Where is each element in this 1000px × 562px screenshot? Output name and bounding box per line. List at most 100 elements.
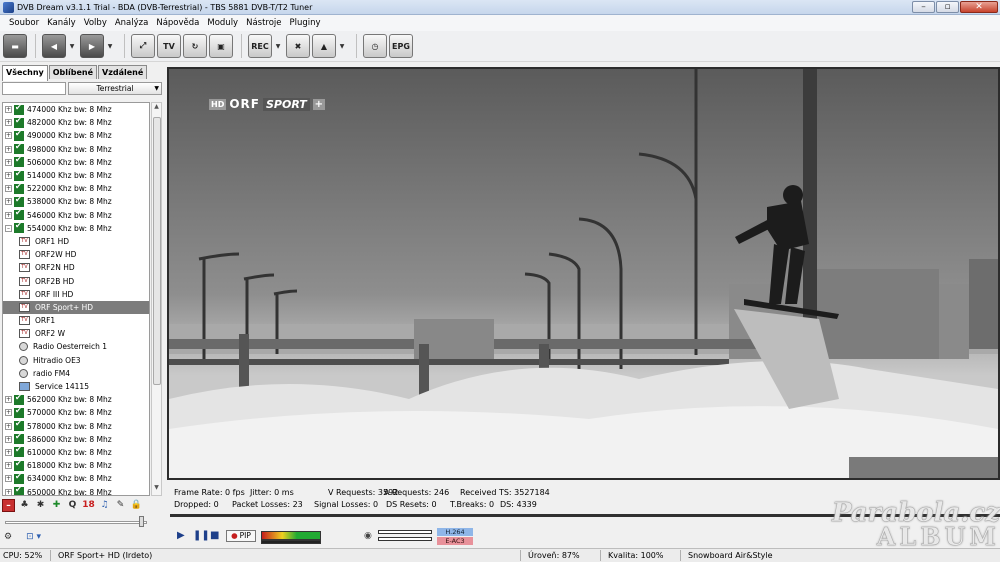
checkbox-checked-icon[interactable]: [14, 406, 24, 418]
pip-button[interactable]: PIP: [226, 530, 256, 542]
scroll-thumb[interactable]: [153, 117, 161, 385]
expand-icon[interactable]: +: [5, 145, 12, 153]
tree-transponder-row[interactable]: +618000 Khz bw: 8 Mhz: [3, 459, 149, 472]
expand-icon[interactable]: +: [5, 488, 12, 495]
tree-channel-row[interactable]: TV ORF1: [3, 314, 149, 327]
tree-channel-row[interactable]: Service 14115: [3, 380, 149, 393]
tree-transponder-row[interactable]: +506000 Khz bw: 8 Mhz: [3, 155, 149, 169]
checkbox-checked-icon[interactable]: [14, 169, 24, 181]
minimize-button[interactable]: –: [912, 1, 935, 13]
checkbox-checked-icon[interactable]: [14, 472, 24, 484]
expand-icon[interactable]: +: [5, 158, 12, 166]
checkbox-checked-icon[interactable]: [14, 142, 24, 155]
expand-icon[interactable]: +: [5, 198, 12, 206]
checkbox-checked-icon[interactable]: [14, 485, 24, 495]
prev-channel-icon[interactable]: ◀: [42, 34, 66, 58]
prev-channel-dropdown-icon[interactable]: ▼: [68, 34, 76, 58]
lock-icon[interactable]: 🔒: [130, 499, 143, 512]
video-area[interactable]: HD ORF SPORT +: [167, 67, 1000, 480]
tree-channel-row[interactable]: TV ORF III HD: [3, 288, 149, 301]
search-icon[interactable]: Q: [66, 499, 79, 512]
menu-kanaly[interactable]: Kanály: [43, 18, 80, 28]
checkbox-checked-icon[interactable]: [14, 116, 24, 128]
tools-icon[interactable]: ✖: [286, 34, 310, 58]
cone-dropdown-icon[interactable]: ▼: [338, 34, 346, 58]
timeshift-seek-bar[interactable]: [170, 514, 1000, 517]
clock-icon[interactable]: ◷: [363, 34, 387, 58]
maximize-button[interactable]: ▫: [936, 1, 959, 13]
music-icon[interactable]: ♫: [98, 499, 111, 512]
menu-napoveda[interactable]: Nápověda: [152, 18, 203, 28]
record-dropdown-icon[interactable]: ▼: [274, 34, 282, 58]
tree-transponder-row[interactable]: +570000 Khz bw: 8 Mhz: [3, 406, 149, 419]
tree-channel-row[interactable]: TV ORF2B HD: [3, 274, 149, 287]
tree-channel-row[interactable]: TV ORF Sport+ HD: [3, 300, 149, 314]
expand-icon[interactable]: +: [5, 448, 12, 456]
checkbox-checked-icon[interactable]: [14, 432, 24, 445]
play-icon[interactable]: ▶: [177, 530, 185, 541]
scan-icon[interactable]: ✱: [34, 499, 47, 512]
checkbox-checked-icon[interactable]: [14, 155, 24, 168]
checkbox-checked-icon[interactable]: [14, 419, 24, 432]
tree-transponder-row[interactable]: +650000 Khz bw: 8 Mhz: [3, 485, 149, 495]
tree-transponder-row[interactable]: +634000 Khz bw: 8 Mhz: [3, 472, 149, 485]
checkbox-checked-icon[interactable]: [14, 103, 24, 115]
speaker-icon[interactable]: ◉: [364, 531, 372, 541]
edit-icon[interactable]: ✎: [114, 499, 127, 512]
tree-transponder-row[interactable]: +498000 Khz bw: 8 Mhz: [3, 142, 149, 156]
tree-transponder-row[interactable]: +490000 Khz bw: 8 Mhz: [3, 129, 149, 142]
tree-transponder-row[interactable]: +522000 Khz bw: 8 Mhz: [3, 182, 149, 195]
tree-transponder-row[interactable]: +586000 Khz bw: 8 Mhz: [3, 432, 149, 446]
checkbox-checked-icon[interactable]: [14, 393, 24, 405]
expand-icon[interactable]: +: [5, 409, 12, 417]
tree-transponder-row[interactable]: +546000 Khz bw: 8 Mhz: [3, 208, 149, 222]
tree-transponder-row[interactable]: +578000 Khz bw: 8 Mhz: [3, 419, 149, 433]
checkbox-checked-icon[interactable]: [14, 195, 24, 207]
pause-icon[interactable]: ❚❚: [193, 530, 210, 541]
snapshot-icon[interactable]: ▣: [209, 34, 233, 58]
expand-icon[interactable]: +: [5, 462, 12, 470]
stop-icon[interactable]: ■: [210, 530, 219, 541]
tv-mode-button[interactable]: TV: [157, 34, 181, 58]
refresh-icon[interactable]: ↻: [183, 34, 207, 58]
collapse-icon[interactable]: –: [5, 224, 12, 232]
add-icon[interactable]: ✚: [50, 499, 63, 512]
tree-transponder-row[interactable]: +482000 Khz bw: 8 Mhz: [3, 116, 149, 129]
tree-transponder-row[interactable]: +474000 Khz bw: 8 Mhz: [3, 103, 149, 116]
tree-channel-row[interactable]: radio FM4: [3, 367, 149, 380]
volume-slider-thumb[interactable]: [139, 516, 144, 527]
menu-volby[interactable]: Volby: [80, 18, 111, 28]
checkbox-checked-icon[interactable]: [14, 221, 24, 234]
menu-analyza[interactable]: Analýza: [111, 18, 152, 28]
expand-icon[interactable]: +: [5, 119, 12, 127]
channel-filter-input[interactable]: [2, 82, 66, 95]
tab-vsechny[interactable]: Všechny: [2, 65, 48, 81]
tree-channel-row[interactable]: TV ORF2N HD: [3, 261, 149, 274]
source-select[interactable]: Terrestrial ▼: [68, 82, 162, 95]
expand-icon[interactable]: +: [5, 422, 12, 430]
expand-icon[interactable]: +: [5, 475, 12, 483]
expand-icon[interactable]: +: [5, 435, 12, 443]
epg-button[interactable]: EPG: [389, 34, 413, 58]
channel-tree-scrollbar[interactable]: ▲ ▼: [151, 102, 162, 496]
expand-icon[interactable]: +: [5, 106, 12, 114]
stop-stream-icon[interactable]: ▬: [3, 34, 27, 58]
checkbox-checked-icon[interactable]: [14, 459, 24, 471]
menu-nastroje[interactable]: Nástroje: [242, 18, 285, 28]
expand-icon[interactable]: +: [5, 172, 12, 180]
tab-vzdalene[interactable]: Vzdálené: [98, 65, 148, 79]
cone-icon[interactable]: ▲: [312, 34, 336, 58]
checkbox-checked-icon[interactable]: [14, 445, 24, 458]
tree-channel-row[interactable]: TV ORF2 W: [3, 327, 149, 340]
remove-channel-icon[interactable]: –: [2, 498, 15, 512]
tree-transponder-row[interactable]: +562000 Khz bw: 8 Mhz: [3, 393, 149, 406]
record-button[interactable]: REC: [248, 34, 272, 58]
tree-transponder-row[interactable]: – 554000 Khz bw: 8 Mhz: [3, 221, 149, 235]
close-button[interactable]: ✕: [960, 1, 998, 13]
menu-moduly[interactable]: Moduly: [203, 18, 242, 28]
checkbox-checked-icon[interactable]: [14, 129, 24, 141]
parental-lock-icon[interactable]: 18: [82, 499, 95, 512]
menu-pluginy[interactable]: Pluginy: [286, 18, 325, 28]
checkbox-checked-icon[interactable]: [14, 208, 24, 221]
tree-channel-row[interactable]: Hitradio OE3: [3, 354, 149, 367]
